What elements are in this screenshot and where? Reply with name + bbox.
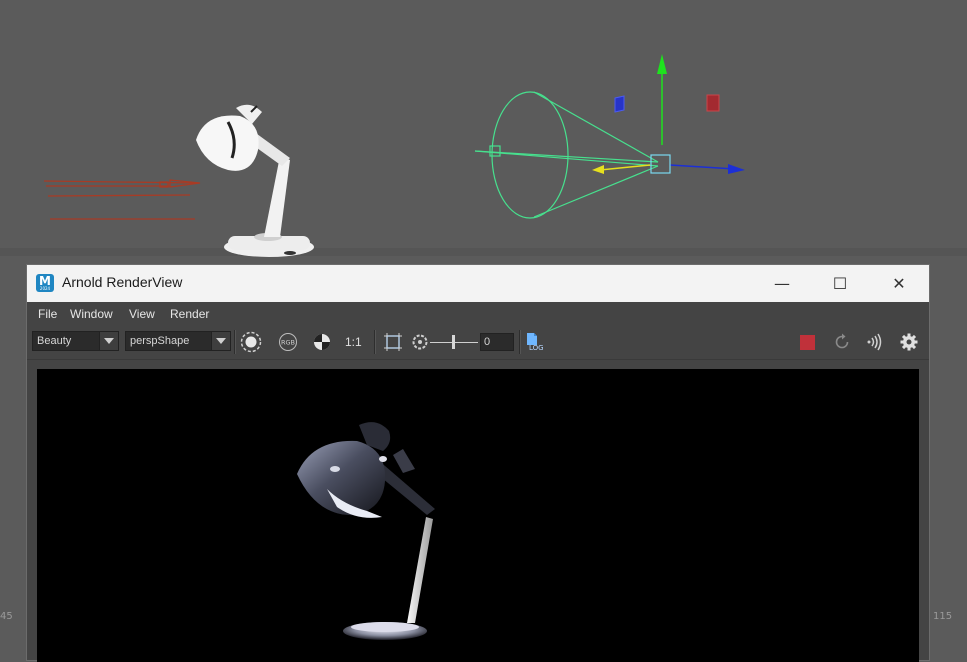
menu-view[interactable]: View	[129, 307, 155, 321]
refresh-icon[interactable]	[832, 332, 852, 352]
toolbar-separator	[234, 330, 236, 354]
toolbar-separator	[374, 330, 376, 354]
timeline-tick-right: 115	[933, 611, 953, 622]
exposure-value-field[interactable]: 0	[480, 333, 514, 351]
app-icon-version: 2024	[39, 286, 51, 291]
exposure-icon[interactable]	[410, 332, 430, 352]
maximize-icon: ☐	[832, 274, 848, 293]
window-title: Arnold RenderView	[62, 274, 183, 290]
menu-window[interactable]: Window	[70, 307, 113, 321]
close-button[interactable]: ✕	[870, 265, 928, 302]
chevron-down-icon	[211, 332, 230, 350]
ratio-1-1-button[interactable]: 1:1	[345, 335, 362, 349]
stop-render-button[interactable]	[800, 335, 815, 350]
render-image-area[interactable]	[37, 369, 919, 662]
minimize-icon: —	[774, 274, 790, 293]
render-toolbar: Beauty perspShape RGB 1:1 0 LOG	[27, 325, 929, 360]
gear-icon[interactable]	[899, 332, 919, 352]
toolbar-separator	[519, 330, 521, 354]
menu-bar: File Window View Render	[27, 302, 929, 325]
close-icon: ✕	[892, 274, 906, 293]
aov-dropdown-value: Beauty	[37, 335, 72, 347]
aov-dropdown[interactable]: Beauty	[32, 331, 119, 351]
maximize-button[interactable]: ☐	[811, 265, 869, 302]
exposure-slider-handle[interactable]	[452, 335, 455, 349]
chevron-down-icon	[99, 332, 118, 350]
title-bar[interactable]: M 2024 Arnold RenderView — ☐ ✕	[27, 265, 929, 302]
ipr-broadcast-icon[interactable]	[865, 332, 885, 352]
menu-render[interactable]: Render	[170, 307, 209, 321]
isolate-selected-icon[interactable]	[240, 331, 262, 353]
log-label: LOG	[529, 344, 544, 352]
rgb-channel-icon[interactable]: RGB	[278, 332, 298, 352]
region-icon[interactable]	[383, 332, 403, 352]
rgb-channel-label: RGB	[281, 339, 295, 347]
maya-app-icon: M 2024	[36, 274, 54, 292]
camera-dropdown[interactable]: perspShape	[125, 331, 231, 351]
arnold-renderview-window: M 2024 Arnold RenderView — ☐ ✕ File Wind…	[26, 264, 930, 662]
menu-file[interactable]: File	[38, 307, 57, 321]
compare-icon[interactable]	[312, 332, 332, 352]
rendered-image	[37, 369, 919, 662]
minimize-button[interactable]: —	[753, 265, 811, 302]
timeline-tick-left: 45	[0, 611, 13, 622]
camera-dropdown-value: perspShape	[130, 335, 190, 347]
